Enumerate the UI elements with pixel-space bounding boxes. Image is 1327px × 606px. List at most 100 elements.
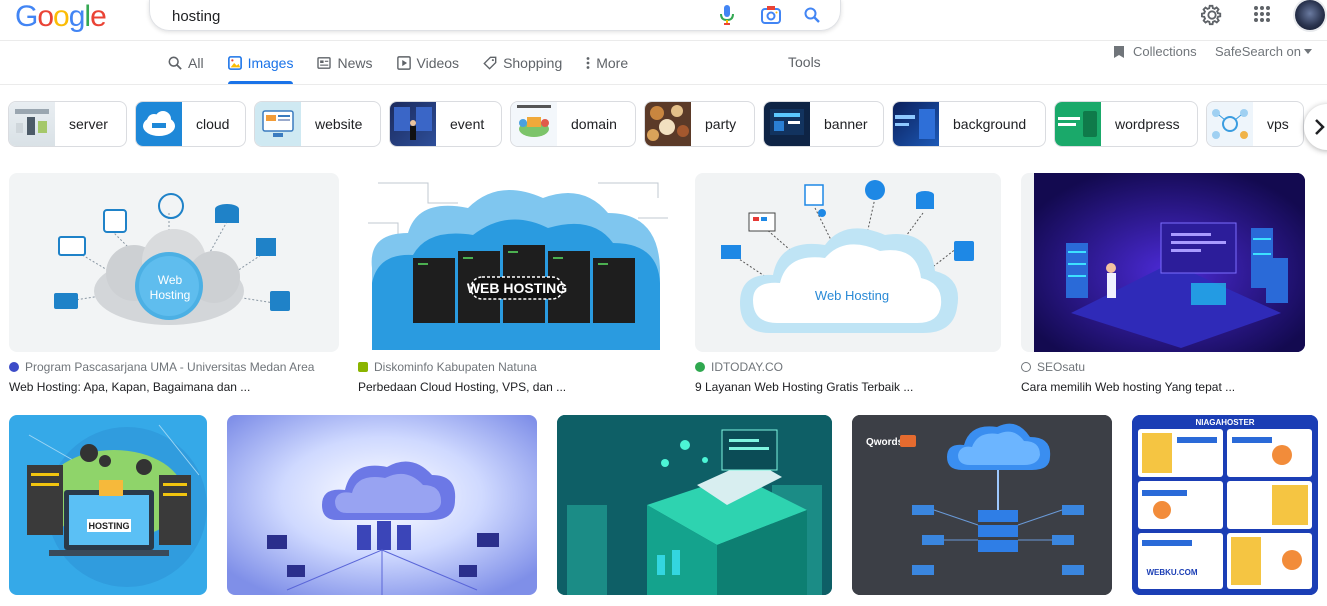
settings-gear-icon[interactable]: [1200, 3, 1224, 27]
chip-event[interactable]: event: [389, 101, 502, 147]
search-icon[interactable]: [801, 4, 823, 26]
search-box: [149, 0, 841, 31]
chip-banner[interactable]: banner: [763, 101, 884, 147]
apps-grid-icon[interactable]: [1251, 3, 1273, 25]
site-favicon: [358, 362, 368, 372]
chip-thumbnail: [645, 102, 691, 146]
chip-vps[interactable]: vps: [1206, 101, 1304, 147]
image-result[interactable]: [557, 415, 832, 606]
source-label: IDTODAY.CO: [711, 360, 784, 374]
result-thumbnail[interactable]: NIAGAHOSTER WEBKU.COM: [1132, 415, 1318, 595]
chip-label: event: [450, 116, 485, 132]
tab-all[interactable]: All: [168, 52, 204, 74]
chip-label: wordpress: [1115, 116, 1180, 132]
svg-text:Hosting: Hosting: [150, 288, 191, 302]
result-thumbnail[interactable]: WEB HOSTING: [358, 173, 675, 352]
collections-link[interactable]: Collections: [1113, 44, 1197, 59]
image-result[interactable]: HOSTING: [9, 415, 207, 606]
chip-label: vps: [1267, 116, 1289, 132]
chip-label: party: [705, 116, 737, 132]
result-thumbnail[interactable]: [557, 415, 832, 595]
chip-label: banner: [824, 116, 868, 132]
image-result[interactable]: Web Hosting Program Pascasarjana UMA - U…: [9, 173, 339, 398]
result-thumbnail[interactable]: [227, 415, 537, 595]
more-vert-icon: [586, 57, 590, 69]
tab-label: Images: [247, 55, 294, 71]
chip-label: website: [315, 116, 363, 132]
search-tabs: All Images News Videos Shopping More: [168, 52, 652, 84]
chip-thumbnail: [136, 102, 182, 146]
result-thumbnail[interactable]: Qwords: [852, 415, 1112, 595]
result-title[interactable]: Cara memilih Web hosting Yang tepat ...: [1021, 380, 1235, 394]
result-thumbnail[interactable]: [1021, 173, 1305, 352]
chip-thumbnail: [511, 102, 557, 146]
chip-thumbnail: [1207, 102, 1253, 146]
chip-background[interactable]: background: [892, 101, 1046, 147]
image-result[interactable]: Web Hosting IDTODAY.CO 9 Layanan Web Hos…: [695, 173, 1001, 398]
bookmark-icon: [1114, 45, 1124, 58]
safesearch-toggle[interactable]: SafeSearch on: [1215, 44, 1313, 59]
chip-party[interactable]: party: [644, 101, 755, 147]
image-result[interactable]: NIAGAHOSTER WEBKU.COM: [1132, 415, 1318, 606]
tabs-divider: [0, 84, 1327, 85]
result-title[interactable]: Perbedaan Cloud Hosting, VPS, dan ...: [358, 380, 566, 394]
result-source[interactable]: Diskominfo Kabupaten Natuna: [358, 360, 537, 374]
header-divider: [0, 40, 1327, 41]
chip-thumbnail: [764, 102, 810, 146]
result-title[interactable]: 9 Layanan Web Hosting Gratis Terbaik ...: [695, 380, 913, 394]
camera-search-icon[interactable]: [760, 4, 782, 26]
svg-text:Qwords: Qwords: [866, 437, 904, 448]
safesearch-label: SafeSearch on: [1215, 44, 1302, 59]
chip-domain[interactable]: domain: [510, 101, 636, 147]
tab-more[interactable]: More: [586, 52, 628, 74]
tab-images[interactable]: Images: [227, 52, 294, 84]
chip-thumbnail: [255, 102, 301, 146]
logo-letter: o: [53, 0, 70, 33]
tab-label: All: [188, 55, 204, 71]
chip-cloud[interactable]: cloud: [135, 101, 246, 147]
site-favicon: [9, 362, 19, 372]
result-source[interactable]: Program Pascasarjana UMA - Universitas M…: [9, 360, 314, 374]
svg-text:WEBKU.COM: WEBKU.COM: [1146, 568, 1197, 577]
chip-label: domain: [571, 116, 617, 132]
chip-server[interactable]: server: [8, 101, 127, 147]
tab-shopping[interactable]: Shopping: [483, 52, 562, 74]
chip-website[interactable]: website: [254, 101, 381, 147]
chip-wordpress[interactable]: wordpress: [1054, 101, 1198, 147]
result-thumbnail[interactable]: Web Hosting: [695, 173, 1001, 352]
tab-label: News: [337, 55, 373, 71]
globe-icon: [1021, 362, 1031, 372]
tab-videos[interactable]: Videos: [396, 52, 460, 74]
source-label: Diskominfo Kabupaten Natuna: [374, 360, 537, 374]
chip-label: background: [953, 116, 1027, 132]
top-bar: Google: [0, 0, 1327, 40]
result-thumbnail[interactable]: Web Hosting: [9, 173, 339, 352]
tab-news[interactable]: News: [317, 52, 373, 74]
google-logo[interactable]: Google: [15, 0, 107, 34]
result-title[interactable]: Web Hosting: Apa, Kapan, Bagaimana dan .…: [9, 380, 250, 394]
logo-letter: g: [68, 0, 86, 33]
image-result[interactable]: Qwords: [852, 415, 1112, 606]
result-source[interactable]: SEOsatu: [1021, 360, 1085, 374]
tab-label: Videos: [416, 55, 460, 71]
tools-button[interactable]: Tools: [788, 54, 821, 70]
result-thumbnail[interactable]: HOSTING: [9, 415, 207, 595]
caret-down-icon: [1304, 48, 1313, 54]
chip-label: cloud: [196, 116, 230, 132]
image-result[interactable]: SEOsatu Cara memilih Web hosting Yang te…: [1021, 173, 1305, 398]
chip-label: server: [69, 116, 108, 132]
result-source[interactable]: IDTODAY.CO: [695, 360, 783, 374]
search-input[interactable]: [170, 5, 694, 27]
svg-text:HOSTING: HOSTING: [88, 521, 129, 531]
thumbnail-text: Web: [158, 273, 183, 287]
image-result[interactable]: [227, 415, 537, 606]
chevron-right-icon: [1315, 119, 1325, 135]
logo-letter: o: [37, 0, 54, 33]
chip-thumbnail: [9, 102, 55, 146]
svg-text:Web Hosting: Web Hosting: [815, 288, 889, 303]
account-avatar[interactable]: [1295, 0, 1325, 30]
chip-thumbnail: [893, 102, 939, 146]
mic-icon[interactable]: [717, 4, 737, 26]
image-result[interactable]: WEB HOSTING Diskominfo Kabupaten Natuna …: [358, 173, 675, 398]
site-favicon: [695, 362, 705, 372]
